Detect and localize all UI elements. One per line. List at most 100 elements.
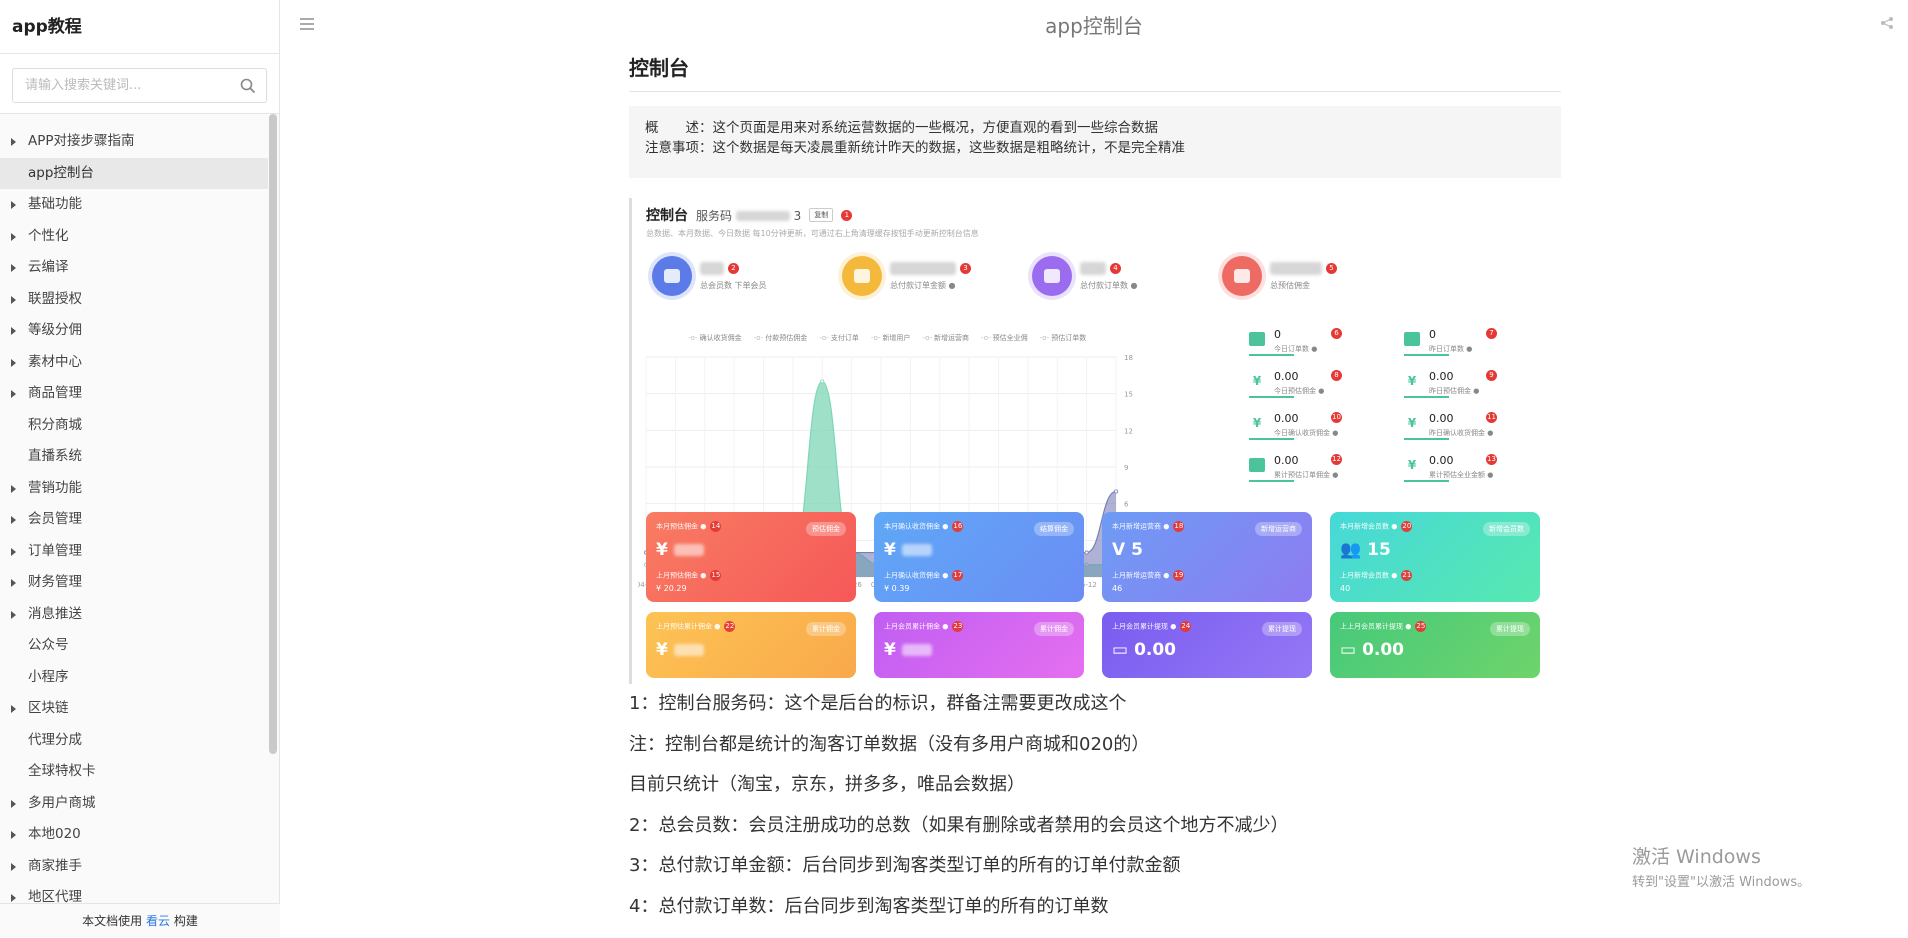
caret-right-icon[interactable] [11,264,16,272]
caret-right-icon[interactable] [11,547,16,556]
kpi-value-blurred [1270,262,1322,275]
legend-item[interactable]: 预估全业佣 [981,333,1028,343]
card-title-text: 本月确认收货佣金 ● [884,522,949,531]
sidebar-item-label: 全球特权卡 [28,763,96,779]
legend-item[interactable]: 新增用户 [871,333,910,343]
sidebar-item[interactable]: 代理分成 [0,725,268,757]
kpi-row: 2 总会员数 下单会员 3 总付款订单金额 ● 4 总付款订单数 ● 5 总预估佣金 [632,256,1561,312]
card-title-text: 本月新增运营商 ● [1112,522,1170,531]
stat-label: 累计预估全业金额 ● [1429,471,1494,479]
card-icon: ¥ [656,540,668,560]
caret-right-icon[interactable] [11,232,16,241]
y-tick-label: 12 [1124,427,1133,435]
card-icon: V [1112,540,1126,560]
search-input[interactable] [13,69,266,102]
callout-badge: 6 [1331,328,1342,339]
legend-item[interactable]: 支付订单 [819,333,859,343]
dashboard-screenshot: 控制台 服务码 3 复制 1 总数据、本月数据、今日数据 每10分钟更新，可通过… [629,198,1561,684]
legend-item[interactable]: 新增运营商 [922,333,969,343]
callout-badge: 19 [1173,570,1185,581]
sidebar-item[interactable]: 本地020 [0,819,268,851]
article: 控制台 概 述：这个页面是用来对系统运营数据的一些概况，方便直观的看到一些综合数… [629,52,1561,927]
sidebar-scrollbar[interactable] [269,114,277,754]
share-icon[interactable] [1880,16,1894,30]
caret-right-icon[interactable] [11,295,16,304]
sidebar-item[interactable]: APP对接步骤指南 [0,126,268,158]
kpi-icon [1222,256,1262,296]
stat-underline [1249,438,1294,440]
sidebar-item-label: 消息推送 [28,605,82,622]
sidebar-item[interactable]: 直播系统 [0,441,268,473]
sidebar-item[interactable]: 消息推送 [0,599,268,631]
caret-right-icon[interactable] [11,516,16,524]
sidebar-item[interactable]: 等级分佣 [0,315,268,347]
sidebar-item[interactable]: 云编译 [0,252,268,284]
caret-right-icon[interactable] [11,327,16,335]
legend-item[interactable]: 预估订单数 [1040,333,1086,343]
card-value-text: 0.00 [1362,640,1405,660]
search-box [12,68,267,103]
search-icon[interactable] [240,78,256,94]
callout-badge: 7 [1486,328,1497,339]
caret-right-icon[interactable] [11,610,16,619]
callout-badge: 21 [1401,570,1413,581]
legend-item[interactable]: 付款预估佣金 [754,333,807,343]
stat-item: 0 7 昨日订单数 ● [1404,328,1554,364]
caret-right-icon[interactable] [11,484,16,493]
footer-brand-link[interactable]: 看云 [146,914,170,928]
note-block: 概 述：这个页面是用来对系统运营数据的一些概况，方便直观的看到一些综合数据 注意… [629,106,1561,178]
sidebar-item[interactable]: 会员管理 [0,504,268,536]
caret-right-icon[interactable] [11,799,16,808]
sidebar-item[interactable]: 全球特权卡 [0,756,268,788]
card-tag: 结算佣金 [1034,522,1074,536]
sidebar-item[interactable]: 基础功能 [0,189,268,221]
caret-right-icon[interactable] [11,831,16,839]
sidebar-item[interactable]: app控制台 [0,157,268,189]
sidebar-item[interactable]: 订单管理 [0,536,268,568]
sidebar-item-label: 直播系统 [28,448,82,464]
sidebar-item[interactable]: 小程序 [0,662,268,694]
sidebar-item[interactable]: 素材中心 [0,347,268,379]
kpi-value-blurred [890,262,956,275]
summary-card: 本月新增会员数 ● 20 新增会员数 👥 15 上月新增会员数 ● 21 40 [1330,512,1540,602]
callout-badge: 9 [1486,370,1497,381]
caret-right-icon[interactable] [11,390,16,398]
sidebar-item[interactable]: 个性化 [0,221,268,253]
caret-right-icon[interactable] [11,358,16,367]
sidebar-item[interactable]: 联盟授权 [0,284,268,316]
sidebar-item[interactable]: 财务管理 [0,567,268,599]
data-point [820,379,825,384]
sidebar-item-label: 商家推手 [28,857,82,874]
sidebar-item-label: 本地020 [28,826,81,842]
callout-badge: 2 [728,263,739,274]
yen-icon: ¥ [1252,374,1262,388]
card-subtitle: 上月新增会员数 ● 21 [1340,570,1530,581]
caret-right-icon[interactable] [11,138,16,146]
service-code-blurred [735,211,790,221]
legend-item[interactable]: 确认收货佣金 [688,333,742,343]
caret-right-icon[interactable] [11,201,16,209]
article-paragraph: 目前只统计（淘宝，京东，拼多多，唯品会数据） [629,774,1025,795]
sidebar-item[interactable]: 商家推手 [0,851,268,883]
book-title[interactable]: app教程 [0,0,279,54]
copy-button[interactable]: 复制 [809,208,834,222]
sidebar-item[interactable]: 营销功能 [0,473,268,505]
callout-badge: 22 [724,621,736,632]
sidebar-item-label: 订单管理 [28,542,82,559]
stat-value: 0.00 [1274,370,1299,383]
sidebar-item-label: 积分商城 [28,416,82,433]
caret-right-icon[interactable] [11,894,16,902]
daily-stats: 0 6 今日订单数 ● 0 7 昨日订单数 ● ¥0.00 8 今日预估佣金 ● ¥0.00 9 昨日… [1239,328,1559,482]
card-subtitle-text: 上月确认收货佣金 ● [884,571,949,580]
sidebar-nav: APP对接步骤指南 app控制台 基础功能 个性化 云编译 联盟授权等级分佣素材中心 商品管… [0,126,268,904]
sidebar-item[interactable]: 地区代理 [0,882,268,904]
sidebar-item[interactable]: 区块链 [0,693,268,725]
caret-right-icon[interactable] [11,862,16,871]
caret-right-icon[interactable] [11,705,16,713]
sidebar-item[interactable]: 商品管理 [0,378,268,410]
caret-right-icon[interactable] [11,579,16,587]
sidebar-item[interactable]: 公众号 [0,630,268,662]
sidebar-item-label: 等级分佣 [28,322,82,338]
sidebar-item[interactable]: 多用户商城 [0,788,268,820]
sidebar-item[interactable]: 积分商城 [0,410,268,442]
